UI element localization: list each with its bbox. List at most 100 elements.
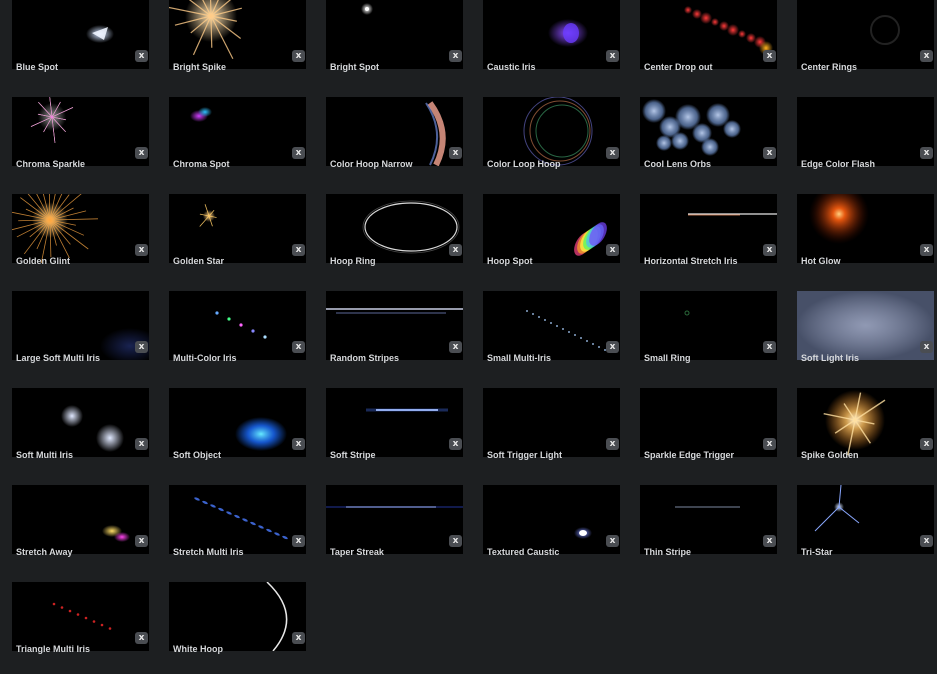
preset-tile-taper-streak[interactable]: x Taper Streak [314,485,464,577]
remove-preset-button[interactable]: x [135,244,148,256]
preset-tile-sparkle-edge-trigger[interactable]: x Sparkle Edge Trigger [628,388,778,480]
preset-tile-chroma-spot[interactable]: x Chroma Spot [157,97,307,189]
preset-thumbnail[interactable] [12,582,149,651]
preset-thumbnail[interactable] [483,291,620,360]
remove-preset-button[interactable]: x [763,535,776,547]
preset-tile-blue-spot[interactable]: x Blue Spot [0,0,150,92]
remove-preset-button[interactable]: x [606,244,619,256]
preset-tile-hoop-spot[interactable]: x Hoop Spot [471,194,621,286]
remove-preset-button[interactable]: x [606,147,619,159]
preset-thumbnail[interactable] [12,291,149,360]
remove-preset-button[interactable]: x [920,341,933,353]
preset-thumbnail[interactable] [326,485,463,554]
preset-tile-edge-color-flash[interactable]: x Edge Color Flash [785,97,935,189]
remove-preset-button[interactable]: x [606,438,619,450]
remove-preset-button[interactable]: x [292,147,305,159]
remove-preset-button[interactable]: x [449,147,462,159]
remove-preset-button[interactable]: x [135,632,148,644]
preset-tile-center-drop-out[interactable]: x Center Drop out [628,0,778,92]
preset-thumbnail[interactable] [169,194,306,263]
remove-preset-button[interactable]: x [763,341,776,353]
preset-thumbnail[interactable] [797,485,934,554]
remove-preset-button[interactable]: x [292,50,305,62]
preset-tile-white-hoop[interactable]: x White Hoop [157,582,307,674]
remove-preset-button[interactable]: x [920,244,933,256]
preset-tile-bright-spot[interactable]: x Bright Spot [314,0,464,92]
preset-thumbnail[interactable] [483,194,620,263]
preset-thumbnail[interactable] [169,291,306,360]
preset-thumbnail[interactable] [797,291,934,360]
preset-tile-large-soft-multi-iris[interactable]: x Large Soft Multi Iris [0,291,150,383]
remove-preset-button[interactable]: x [449,438,462,450]
remove-preset-button[interactable]: x [763,50,776,62]
preset-thumbnail[interactable] [797,194,934,263]
remove-preset-button[interactable]: x [920,50,933,62]
preset-thumbnail[interactable] [326,194,463,263]
remove-preset-button[interactable]: x [763,438,776,450]
preset-thumbnail[interactable] [483,0,620,69]
preset-tile-stretch-multi-iris[interactable]: x Stretch Multi Iris [157,485,307,577]
remove-preset-button[interactable]: x [920,535,933,547]
preset-tile-small-ring[interactable]: x Small Ring [628,291,778,383]
remove-preset-button[interactable]: x [449,535,462,547]
remove-preset-button[interactable]: x [449,341,462,353]
preset-tile-color-loop-hoop[interactable]: x Color Loop Hoop [471,97,621,189]
preset-tile-chroma-sparkle[interactable]: x Chroma Sparkle [0,97,150,189]
preset-thumbnail[interactable] [169,485,306,554]
preset-thumbnail[interactable] [797,388,934,457]
preset-tile-hoop-ring[interactable]: x Hoop Ring [314,194,464,286]
remove-preset-button[interactable]: x [449,50,462,62]
remove-preset-button[interactable]: x [135,438,148,450]
preset-tile-soft-object[interactable]: x Soft Object [157,388,307,480]
preset-thumbnail[interactable] [483,388,620,457]
preset-thumbnail[interactable] [169,0,306,69]
preset-tile-tri-star[interactable]: x Tri-Star [785,485,935,577]
remove-preset-button[interactable]: x [135,535,148,547]
remove-preset-button[interactable]: x [135,341,148,353]
preset-thumbnail[interactable] [169,97,306,166]
preset-tile-soft-multi-iris[interactable]: x Soft Multi Iris [0,388,150,480]
remove-preset-button[interactable]: x [292,535,305,547]
remove-preset-button[interactable]: x [292,341,305,353]
preset-tile-golden-glint[interactable]: x Golden Glint [0,194,150,286]
preset-thumbnail[interactable] [12,388,149,457]
preset-thumbnail[interactable] [640,291,777,360]
preset-tile-stretch-away[interactable]: x Stretch Away [0,485,150,577]
remove-preset-button[interactable]: x [449,244,462,256]
preset-thumbnail[interactable] [12,485,149,554]
preset-tile-golden-star[interactable]: x Golden Star [157,194,307,286]
remove-preset-button[interactable]: x [135,147,148,159]
preset-tile-soft-light-iris[interactable]: x Soft Light Iris [785,291,935,383]
preset-thumbnail[interactable] [326,291,463,360]
preset-thumbnail[interactable] [12,0,149,69]
preset-thumbnail[interactable] [640,388,777,457]
preset-tile-bright-spike[interactable]: x Bright Spike [157,0,307,92]
preset-tile-textured-caustic[interactable]: x Textured Caustic [471,485,621,577]
preset-tile-spike-golden[interactable]: x Spike Golden [785,388,935,480]
preset-tile-cool-lens-orbs[interactable]: x Cool Lens Orbs [628,97,778,189]
remove-preset-button[interactable]: x [606,341,619,353]
preset-tile-soft-stripe[interactable]: x Soft Stripe [314,388,464,480]
preset-tile-small-multi-iris[interactable]: x Small Multi-Iris [471,291,621,383]
remove-preset-button[interactable]: x [763,244,776,256]
preset-thumbnail[interactable] [12,97,149,166]
remove-preset-button[interactable]: x [135,50,148,62]
preset-thumbnail[interactable] [797,0,934,69]
preset-thumbnail[interactable] [169,582,306,651]
preset-thumbnail[interactable] [483,97,620,166]
preset-tile-multi-color-iris[interactable]: x Multi-Color Iris [157,291,307,383]
preset-tile-random-stripes[interactable]: x Random Stripes [314,291,464,383]
remove-preset-button[interactable]: x [763,147,776,159]
preset-thumbnail[interactable] [326,388,463,457]
preset-tile-color-hoop-narrow[interactable]: x Color Hoop Narrow [314,97,464,189]
preset-tile-triangle-multi-iris[interactable]: x Triangle Multi Iris [0,582,150,674]
preset-tile-horizontal-stretch-iris[interactable]: x Horizontal Stretch Iris [628,194,778,286]
preset-thumbnail[interactable] [640,194,777,263]
remove-preset-button[interactable]: x [292,244,305,256]
remove-preset-button[interactable]: x [292,632,305,644]
preset-thumbnail[interactable] [640,0,777,69]
preset-tile-center-rings[interactable]: x Center Rings [785,0,935,92]
preset-tile-hot-glow[interactable]: x Hot Glow [785,194,935,286]
remove-preset-button[interactable]: x [920,147,933,159]
preset-tile-thin-stripe[interactable]: x Thin Stripe [628,485,778,577]
